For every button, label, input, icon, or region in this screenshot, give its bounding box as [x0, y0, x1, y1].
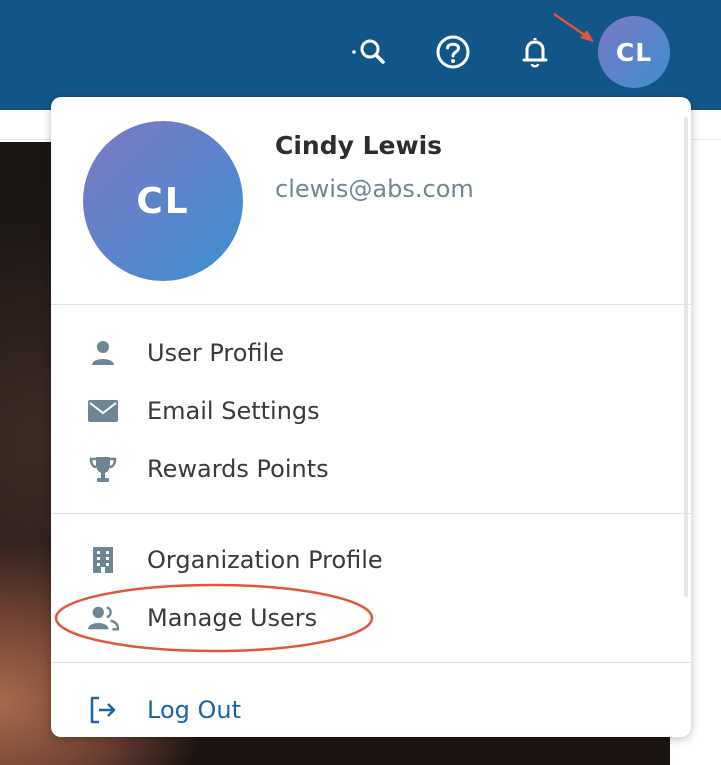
user-menu-dropdown: CL Cindy Lewis clewis@abs.com User Profi…	[51, 97, 691, 737]
menu-item-label: Manage Users	[147, 604, 318, 632]
avatar-initials: CL	[615, 37, 653, 67]
divider	[51, 304, 691, 305]
menu-item-label: Rewards Points	[147, 455, 329, 483]
search-button[interactable]	[344, 28, 392, 76]
trophy-icon	[87, 453, 119, 485]
help-button[interactable]	[429, 28, 477, 76]
user-icon	[87, 337, 119, 369]
users-icon	[87, 602, 119, 634]
menu-item-email-settings[interactable]: Email Settings	[51, 385, 671, 437]
top-app-bar: CL	[0, 0, 721, 110]
menu-item-label: Log Out	[147, 696, 242, 724]
menu-item-organization-profile[interactable]: Organization Profile	[51, 534, 671, 586]
user-email: clewis@abs.com	[275, 175, 474, 203]
menu-item-rewards-points[interactable]: Rewards Points	[51, 443, 671, 495]
menu-item-label: User Profile	[147, 339, 284, 367]
bell-icon	[522, 38, 548, 68]
envelope-icon	[87, 395, 119, 427]
user-avatar-button[interactable]: CL	[598, 16, 670, 88]
user-name: Cindy Lewis	[275, 131, 443, 160]
menu-item-label: Email Settings	[147, 397, 320, 425]
menu-item-user-profile[interactable]: User Profile	[51, 327, 671, 379]
divider	[51, 662, 691, 663]
scrollbar[interactable]	[684, 117, 688, 597]
divider	[51, 513, 691, 514]
annotation-arrow	[553, 12, 594, 42]
menu-item-manage-users[interactable]: Manage Users	[51, 592, 671, 644]
building-icon	[87, 544, 119, 576]
profile-initials: CL	[136, 180, 190, 222]
profile-avatar: CL	[83, 121, 243, 281]
help-circle-icon	[436, 35, 470, 69]
menu-item-label: Organization Profile	[147, 546, 383, 574]
search-icon	[352, 39, 385, 64]
logout-icon	[87, 694, 119, 726]
menu-item-log-out[interactable]: Log Out	[51, 684, 671, 736]
